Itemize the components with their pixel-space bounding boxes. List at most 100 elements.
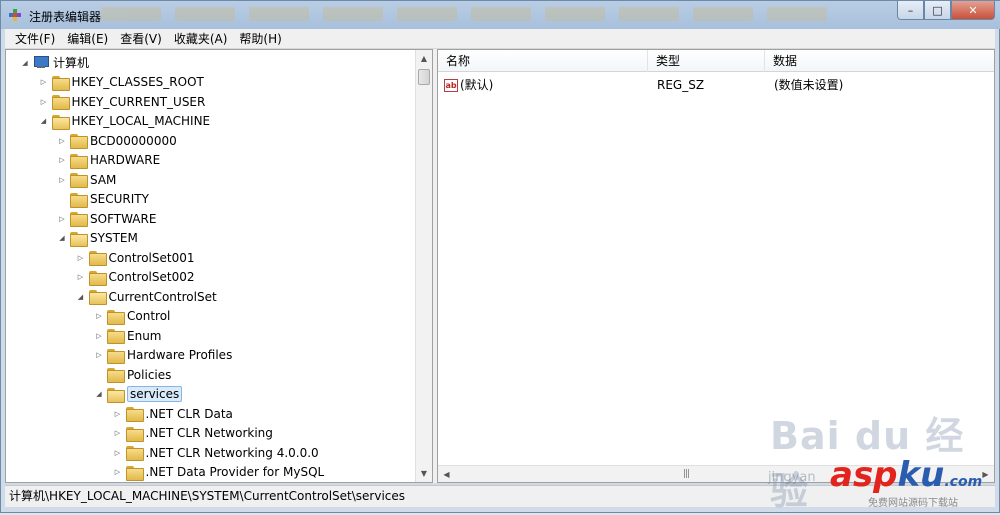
collapse-arrow-icon[interactable]: ◢ bbox=[39, 116, 49, 126]
folder-icon bbox=[125, 426, 144, 442]
minimize-button[interactable]: – bbox=[897, 1, 924, 20]
tree-item[interactable]: ▷ .NET CLR Networking bbox=[113, 424, 273, 443]
status-bar: 计算机\HKEY_LOCAL_MACHINE\SYSTEM\CurrentCon… bbox=[5, 485, 995, 507]
menu-edit[interactable]: 编辑(E) bbox=[63, 30, 116, 47]
table-row[interactable]: ab (默认) REG_SZ (数值未设置) bbox=[438, 76, 994, 95]
folder-icon bbox=[107, 329, 125, 344]
folder-icon bbox=[70, 134, 88, 149]
expand-arrow-icon[interactable]: ▷ bbox=[94, 311, 104, 321]
menu-view[interactable]: 查看(V) bbox=[116, 30, 170, 47]
collapse-arrow-icon[interactable]: ◢ bbox=[57, 233, 67, 243]
scroll-thumb[interactable] bbox=[418, 69, 430, 85]
tree-item-label: .NET CLR Networking 4.0.0.0 bbox=[145, 445, 319, 460]
tree-item[interactable]: ▷ ControlSet001 bbox=[76, 248, 195, 267]
expand-arrow-icon[interactable]: ▷ bbox=[76, 253, 86, 263]
tree-item-label: SECURITY bbox=[90, 192, 149, 206]
collapse-arrow-icon[interactable]: ◢ bbox=[94, 389, 104, 399]
expand-arrow-icon[interactable]: ▷ bbox=[39, 97, 49, 107]
tree-item[interactable]: SECURITY bbox=[57, 190, 149, 209]
collapse-arrow-icon[interactable]: ◢ bbox=[76, 292, 86, 302]
expand-arrow-icon[interactable]: ▷ bbox=[57, 175, 67, 185]
tree-line-spacer bbox=[94, 370, 104, 380]
tree-item[interactable]: ▷ BCD00000000 bbox=[57, 131, 177, 150]
tree-item-label: Control bbox=[127, 309, 171, 323]
tree-item[interactable]: ▷ .NET CLR Data bbox=[113, 404, 233, 423]
list-header: 名称 类型 数据 bbox=[438, 50, 994, 72]
menu-help[interactable]: 帮助(H) bbox=[235, 30, 289, 47]
scroll-left-icon[interactable]: ◀ bbox=[438, 466, 455, 482]
tree-vertical-scrollbar[interactable]: ▲ ▼ bbox=[415, 50, 432, 482]
folder-icon bbox=[88, 251, 107, 266]
tree-item[interactable]: ◢ SYSTEM bbox=[57, 229, 138, 248]
expand-arrow-icon[interactable]: ▷ bbox=[94, 331, 104, 341]
expand-arrow-icon[interactable]: ▷ bbox=[113, 428, 123, 438]
column-header-type[interactable]: 类型 bbox=[648, 50, 765, 72]
tree-item[interactable]: ▷ HARDWARE bbox=[57, 151, 160, 170]
tree-item-label: SAM bbox=[90, 172, 117, 187]
scroll-up-icon[interactable]: ▲ bbox=[416, 50, 432, 67]
values-list-pane: 名称 类型 数据 ab (默认) REG_SZ (数值未设置) ◀ ||| ▶ bbox=[437, 49, 995, 483]
column-header-data[interactable]: 数据 bbox=[765, 50, 994, 72]
tree-item-label: SOFTWARE bbox=[90, 211, 157, 226]
value-data: (数值未设置) bbox=[774, 78, 844, 92]
tree-item[interactable]: ◢ services bbox=[94, 385, 183, 404]
expand-arrow-icon[interactable]: ▷ bbox=[113, 467, 123, 477]
tree-item[interactable]: ◢ 计算机 bbox=[20, 53, 89, 72]
regedit-app-icon bbox=[9, 9, 21, 21]
expand-arrow-icon[interactable]: ▷ bbox=[57, 155, 67, 165]
folder-icon bbox=[125, 407, 144, 422]
window-title: 注册表编辑器 bbox=[29, 10, 102, 24]
list-horizontal-scrollbar[interactable]: ◀ ||| ▶ bbox=[438, 465, 994, 482]
window-controls: – □ ✕ bbox=[897, 1, 995, 20]
collapse-arrow-icon[interactable]: ◢ bbox=[20, 58, 30, 68]
tree-line-spacer bbox=[57, 194, 67, 204]
title-bar[interactable]: 注册表编辑器 – □ ✕ bbox=[1, 1, 1000, 29]
expand-arrow-icon[interactable]: ▷ bbox=[113, 409, 123, 419]
tree-item-label: .NET CLR Networking bbox=[145, 426, 273, 440]
folder-icon bbox=[125, 465, 144, 481]
folder-icon bbox=[107, 368, 125, 383]
string-value-icon: ab bbox=[444, 79, 458, 92]
expand-arrow-icon[interactable]: ▷ bbox=[113, 448, 123, 458]
tree-item[interactable]: ▷ .NET Data Provider for MySQL bbox=[113, 463, 325, 482]
tree-item[interactable]: ▷ Hardware Profiles bbox=[94, 346, 232, 365]
tree-item[interactable]: ▷ SOFTWARE bbox=[57, 209, 156, 228]
scroll-right-icon[interactable]: ▶ bbox=[977, 466, 994, 482]
tree-item-label-selected: services bbox=[127, 386, 183, 402]
tree-item-label: .NET Data Provider for MySQL bbox=[145, 465, 325, 479]
close-button[interactable]: ✕ bbox=[951, 1, 995, 20]
tree-item-label: SYSTEM bbox=[90, 231, 138, 245]
menu-file[interactable]: 文件(F) bbox=[11, 30, 63, 47]
tree-item-label: ControlSet002 bbox=[108, 270, 195, 284]
column-header-name[interactable]: 名称 bbox=[438, 50, 648, 72]
tree-item-label: Enum bbox=[127, 328, 162, 343]
menu-bar: 文件(F) 编辑(E) 查看(V) 收藏夹(A) 帮助(H) bbox=[5, 29, 995, 49]
value-name-cell: ab (默认) bbox=[444, 76, 493, 95]
menu-favorites[interactable]: 收藏夹(A) bbox=[170, 30, 236, 47]
tree-item-label: .NET CLR Data bbox=[145, 406, 233, 421]
open-folder-icon bbox=[51, 114, 70, 130]
tree-item-label: HKEY_CLASSES_ROOT bbox=[71, 75, 204, 89]
tree-item[interactable]: ▷ ControlSet002 bbox=[76, 268, 195, 287]
tree-item[interactable]: ▷ SAM bbox=[57, 170, 116, 189]
tree-item[interactable]: ▷ Control bbox=[94, 307, 170, 326]
scroll-grip-icon: ||| bbox=[683, 469, 690, 479]
expand-arrow-icon[interactable]: ▷ bbox=[57, 214, 67, 224]
tree-item[interactable]: ▷ Enum bbox=[94, 326, 161, 345]
folder-icon bbox=[70, 153, 88, 169]
expand-arrow-icon[interactable]: ▷ bbox=[76, 272, 86, 282]
tree-item[interactable]: ◢ CurrentControlSet bbox=[76, 287, 217, 306]
folder-icon bbox=[70, 192, 88, 208]
tree-item[interactable]: ▷ .NET CLR Networking 4.0.0.0 bbox=[113, 443, 319, 462]
expand-arrow-icon[interactable]: ▷ bbox=[57, 136, 67, 146]
tree-item-label: 计算机 bbox=[53, 56, 90, 70]
expand-arrow-icon[interactable]: ▷ bbox=[94, 350, 104, 360]
maximize-button[interactable]: □ bbox=[924, 1, 951, 20]
scroll-down-icon[interactable]: ▼ bbox=[416, 465, 432, 482]
tree-item[interactable]: ▷ HKEY_CLASSES_ROOT bbox=[39, 73, 204, 92]
tree-item[interactable]: ▷ HKEY_CURRENT_USER bbox=[39, 92, 205, 111]
expand-arrow-icon[interactable]: ▷ bbox=[39, 77, 49, 87]
tree-item-label: BCD00000000 bbox=[90, 133, 177, 148]
tree-item[interactable]: ◢ HKEY_LOCAL_MACHINE bbox=[39, 112, 210, 131]
tree-item[interactable]: Policies bbox=[94, 365, 171, 384]
